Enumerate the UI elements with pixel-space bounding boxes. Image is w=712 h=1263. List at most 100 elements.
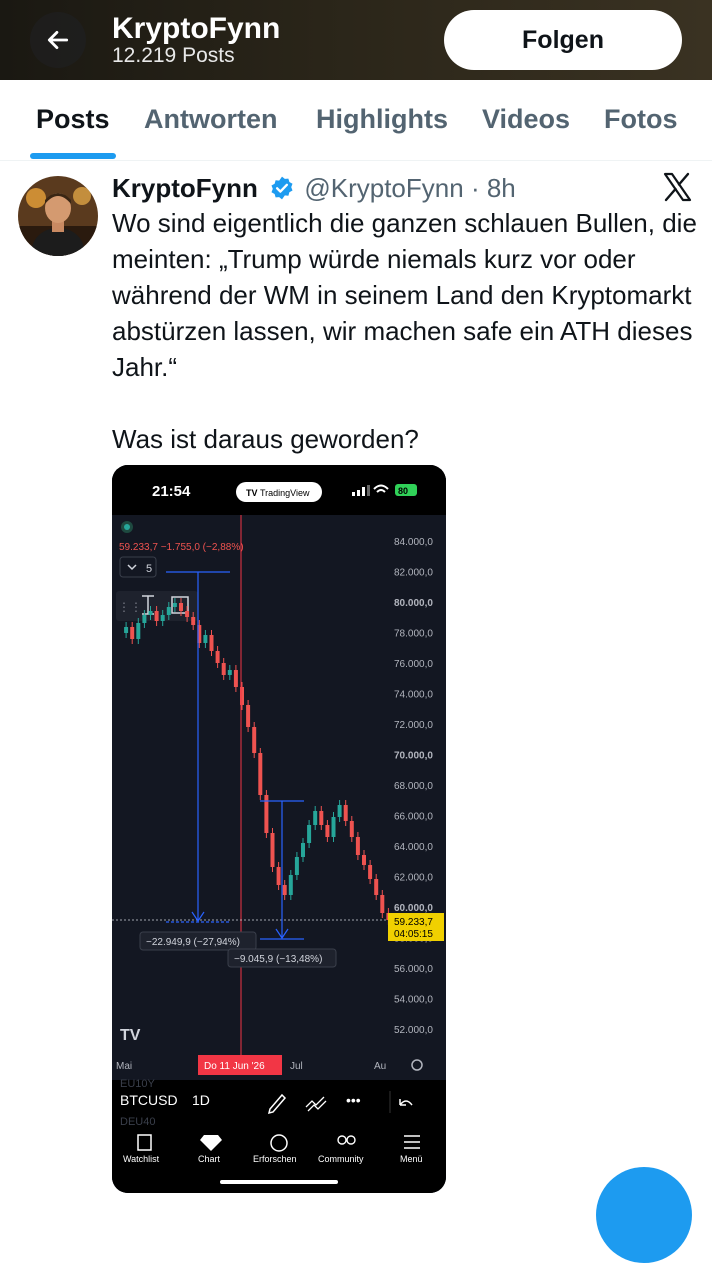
price-axis-label: 76.000,0 — [394, 659, 433, 670]
price-axis-label: 64.000,0 — [394, 842, 433, 853]
price-axis-label: 56.000,0 — [394, 964, 433, 975]
candle-body — [142, 615, 147, 623]
price-axis-label: 78.000,0 — [394, 629, 433, 640]
candle-body — [337, 805, 342, 817]
price-axis-label: 82.000,0 — [394, 568, 433, 579]
candle-body — [215, 651, 220, 663]
back-button[interactable] — [30, 12, 86, 68]
candle-body — [136, 623, 141, 639]
candle-body — [270, 833, 275, 867]
phone-clock: 21:54 — [152, 483, 191, 500]
avatar[interactable] — [18, 176, 98, 256]
measure-label-1: −22.949,9 (−27,94%) — [146, 937, 240, 948]
post-count: 12.219 Posts — [112, 44, 235, 67]
candle-body — [276, 867, 281, 885]
price-change-line: 59.233,7 −1.755,0 (−2,88%) — [119, 542, 244, 553]
tradingview-badge: TV TradingView — [236, 482, 322, 502]
price-axis-label: 54.000,0 — [394, 995, 433, 1006]
back-arrow-icon — [47, 31, 69, 49]
nav-label-erforschen: Erforschen — [253, 1154, 297, 1164]
post-text-paragraph: Wo sind eigentlich die ganzen schlauen B… — [112, 208, 697, 382]
price-axis-label: 74.000,0 — [394, 690, 433, 701]
candle-body — [160, 615, 165, 621]
x-logo-icon — [663, 172, 692, 202]
price-axis-label: 72.000,0 — [394, 720, 433, 731]
app-badge-label: TradingView — [260, 488, 310, 498]
interval-count: 5 — [146, 563, 152, 575]
candle-body — [185, 611, 190, 617]
nav-label-chart: Chart — [198, 1154, 221, 1164]
ghost-symbol-2: DEU40 — [120, 1116, 155, 1128]
candle-body — [368, 865, 373, 879]
profile-tabs: Posts Antworten Highlights Videos Fotos — [0, 80, 712, 161]
time-label-jul: Jul — [290, 1061, 303, 1072]
candle-body — [288, 875, 293, 895]
nav-label-community: Community — [318, 1154, 364, 1164]
candle-body — [191, 617, 196, 625]
price-axis-label: 62.000,0 — [394, 873, 433, 884]
current-price: 59.233,7 — [394, 917, 433, 928]
separator-dot: · — [470, 173, 480, 203]
author-name[interactable]: KryptoFynn — [112, 173, 258, 203]
svg-text:⋮⋮: ⋮⋮ — [118, 600, 142, 614]
post-time[interactable]: 8h — [487, 173, 516, 203]
candle-body — [331, 817, 336, 837]
candle-body — [301, 843, 305, 857]
candle-body — [130, 627, 135, 639]
candle-body — [172, 603, 177, 607]
time-label-mai: Mai — [116, 1061, 132, 1072]
author-handle[interactable]: @KryptoFynn — [304, 173, 463, 203]
timeframe[interactable]: 1D — [192, 1092, 210, 1108]
candle-body — [374, 879, 379, 895]
candle-body — [258, 753, 263, 795]
candle-body — [307, 825, 312, 843]
post-text-paragraph-2: Was ist daraus geworden? — [112, 424, 419, 454]
profile-name: KryptoFynn — [112, 12, 281, 45]
nav-label-watchlist: Watchlist — [123, 1154, 160, 1164]
candle-body — [362, 855, 366, 865]
post-author-line: KryptoFynn @KryptoFynn · 8h — [112, 172, 516, 204]
more-icon[interactable]: ••• — [346, 1092, 361, 1108]
tab-highlights[interactable]: Highlights — [316, 104, 448, 135]
tab-antworten[interactable]: Antworten — [144, 104, 277, 135]
svg-text:TV: TV — [246, 488, 258, 498]
home-indicator — [220, 1180, 338, 1184]
candle-body — [227, 670, 232, 675]
tab-videos[interactable]: Videos — [482, 104, 570, 135]
post-text: Wo sind eigentlich die ganzen schlauen B… — [112, 205, 702, 457]
verified-badge-icon — [271, 176, 293, 200]
candle-body — [221, 663, 226, 675]
tab-fotos[interactable]: Fotos — [604, 104, 678, 135]
candle-body — [282, 885, 287, 895]
ghost-symbol-1: EU10Y — [120, 1078, 156, 1090]
candle-body — [233, 670, 238, 687]
candle-body — [343, 805, 348, 821]
candle-body — [154, 611, 159, 621]
price-axis-label: 52.000,0 — [394, 1025, 433, 1036]
candle-body — [148, 611, 153, 615]
tab-posts[interactable]: Posts — [36, 104, 110, 135]
tradingview-logo: TV — [120, 1027, 141, 1044]
price-axis-label: 66.000,0 — [394, 812, 433, 823]
candle-body — [380, 895, 385, 913]
candle-body — [349, 821, 354, 837]
post-image[interactable]: 21:54 TV TradingView 80 59.233,7 −1.755,… — [112, 465, 446, 1193]
candle-body — [166, 607, 171, 615]
profile-header: KryptoFynn 12.219 Posts Folgen — [0, 0, 712, 80]
candle-body — [319, 811, 324, 825]
candle-body — [203, 635, 208, 643]
candle-body — [325, 825, 330, 837]
active-tab-indicator — [30, 153, 116, 159]
candle-body — [355, 837, 360, 855]
measure-label-2: −9.045,9 (−13,48%) — [234, 954, 322, 965]
time-label-aug: Au — [374, 1061, 386, 1072]
price-axis-label: 80.000,0 — [394, 598, 433, 609]
price-axis-label: 84.000,0 — [394, 537, 433, 548]
crosshair-date-label: Do 11 Jun '26 — [204, 1061, 265, 1072]
price-axis-label: 60.000,0 — [394, 903, 433, 914]
follow-button[interactable]: Folgen — [444, 10, 682, 70]
candle-body — [313, 811, 318, 825]
candle-body — [209, 635, 214, 651]
symbol-name[interactable]: BTCUSD — [120, 1092, 178, 1108]
compose-button[interactable] — [596, 1167, 692, 1263]
